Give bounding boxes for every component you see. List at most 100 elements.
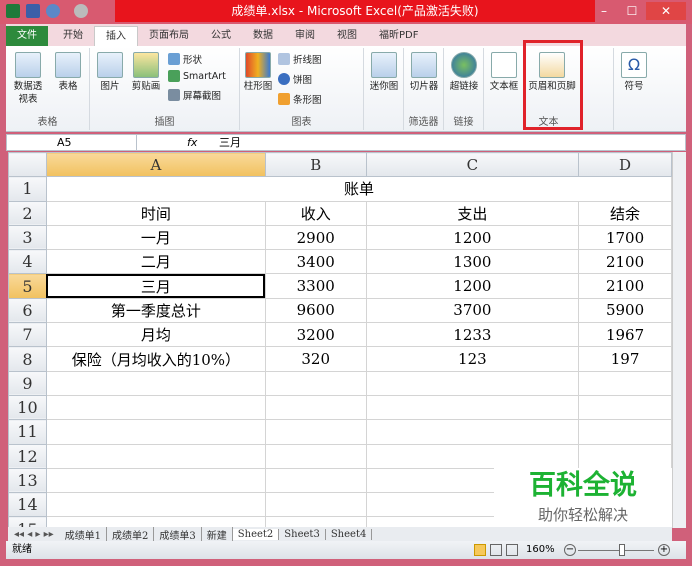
cell[interactable] bbox=[365, 370, 580, 396]
column-header-D[interactable]: D bbox=[578, 152, 672, 178]
cell[interactable]: 第一季度总计 bbox=[45, 297, 266, 324]
cell[interactable] bbox=[264, 419, 367, 445]
tab-home[interactable]: 开始 bbox=[52, 26, 94, 46]
select-all[interactable] bbox=[8, 152, 47, 178]
slicer-button[interactable]: 切片器 bbox=[406, 52, 442, 93]
cell[interactable]: 1700 bbox=[578, 224, 672, 251]
cell[interactable]: 3400 bbox=[264, 249, 367, 275]
cell[interactable] bbox=[365, 394, 580, 421]
table-button[interactable]: 表格 bbox=[50, 52, 86, 93]
column-header-C[interactable]: C bbox=[365, 152, 580, 178]
pivot-table-button[interactable]: 数据透视表 bbox=[10, 52, 46, 106]
tab-view[interactable]: 视图 bbox=[326, 26, 368, 46]
cell[interactable]: 3700 bbox=[365, 297, 580, 324]
zoom-out-icon[interactable]: − bbox=[564, 544, 576, 556]
sheet-tab[interactable]: Sheet4 bbox=[326, 528, 373, 540]
cell[interactable]: 1200 bbox=[365, 273, 580, 299]
cell[interactable]: 保险（月均收入的10%） bbox=[45, 346, 266, 372]
cell[interactable]: 1967 bbox=[578, 322, 672, 348]
name-box[interactable]: A5 bbox=[7, 135, 137, 150]
cell[interactable] bbox=[578, 443, 672, 469]
cell[interactable]: 2900 bbox=[264, 224, 367, 251]
tab-data[interactable]: 数据 bbox=[242, 26, 284, 46]
cell[interactable] bbox=[264, 443, 367, 469]
cell[interactable] bbox=[578, 370, 672, 396]
cell[interactable]: 1200 bbox=[365, 224, 580, 251]
vertical-scrollbar[interactable] bbox=[672, 152, 686, 528]
line-chart-button[interactable]: 折线图 bbox=[278, 52, 322, 66]
tab-formulas[interactable]: 公式 bbox=[200, 26, 242, 46]
sheet-tab[interactable]: Sheet2 bbox=[232, 528, 280, 540]
cell[interactable] bbox=[45, 443, 266, 469]
cell[interactable]: 月均 bbox=[45, 322, 266, 348]
textbox-button[interactable]: 文本框 bbox=[486, 52, 522, 93]
tab-foxit-pdf[interactable]: 福昕PDF bbox=[368, 26, 429, 46]
shapes-button[interactable]: 形状 bbox=[168, 52, 202, 66]
row-header[interactable]: 12 bbox=[8, 443, 47, 469]
cell[interactable] bbox=[264, 467, 367, 494]
sparkline-button[interactable]: 迷你图 bbox=[366, 52, 402, 93]
cell[interactable]: 2100 bbox=[578, 249, 672, 275]
sheet-tab[interactable]: 成绩单2 bbox=[107, 526, 155, 542]
row-header[interactable]: 4 bbox=[8, 249, 47, 275]
cell[interactable]: 5900 bbox=[578, 297, 672, 324]
sheet-tab[interactable]: 成绩单1 bbox=[60, 526, 108, 542]
save-icon[interactable] bbox=[26, 4, 40, 18]
zoom-level[interactable]: 160% bbox=[526, 541, 555, 559]
cell-title[interactable]: 账单 bbox=[45, 176, 672, 202]
row-header[interactable]: 3 bbox=[8, 224, 47, 251]
normal-view-icon[interactable] bbox=[474, 544, 486, 556]
cell[interactable]: 支出 bbox=[365, 200, 580, 226]
close-button[interactable]: ✕ bbox=[646, 2, 686, 20]
cell[interactable]: 结余 bbox=[578, 200, 672, 226]
row-header[interactable]: 8 bbox=[8, 346, 47, 372]
tab-page-layout[interactable]: 页面布局 bbox=[138, 26, 200, 46]
cell[interactable]: 9600 bbox=[264, 297, 367, 324]
symbol-button[interactable]: Ω 符号 bbox=[616, 52, 652, 93]
picture-button[interactable]: 图片 bbox=[94, 52, 126, 93]
cell[interactable] bbox=[264, 394, 367, 421]
cell[interactable] bbox=[578, 419, 672, 445]
cell[interactable]: 三月 bbox=[45, 273, 266, 299]
cell[interactable] bbox=[578, 394, 672, 421]
bar-chart-button[interactable]: 条形图 bbox=[278, 92, 322, 106]
tab-insert[interactable]: 插入 bbox=[94, 26, 138, 46]
page-break-view-icon[interactable] bbox=[506, 544, 518, 556]
cell[interactable]: 一月 bbox=[45, 224, 266, 251]
page-layout-view-icon[interactable] bbox=[490, 544, 502, 556]
row-header[interactable]: 10 bbox=[8, 394, 47, 421]
cell[interactable]: 3300 bbox=[264, 273, 367, 299]
row-header[interactable]: 14 bbox=[8, 492, 47, 518]
sheet-tab[interactable]: 新建 bbox=[202, 526, 233, 542]
zoom-slider[interactable] bbox=[578, 550, 654, 551]
formula-input[interactable]: 三月 bbox=[215, 135, 241, 150]
undo-icon[interactable] bbox=[46, 4, 60, 18]
cell[interactable] bbox=[264, 492, 367, 518]
cell[interactable]: 1233 bbox=[365, 322, 580, 348]
zoom-in-icon[interactable]: + bbox=[658, 544, 670, 556]
cell[interactable]: 时间 bbox=[45, 200, 266, 226]
cell[interactable]: 320 bbox=[264, 346, 367, 372]
cell[interactable] bbox=[45, 419, 266, 445]
cell[interactable]: 二月 bbox=[45, 249, 266, 275]
cell[interactable] bbox=[45, 370, 266, 396]
column-chart-button[interactable]: 柱形图 bbox=[242, 52, 274, 93]
column-header-B[interactable]: B bbox=[264, 152, 367, 178]
cell[interactable] bbox=[365, 419, 580, 445]
screenshot-button[interactable]: 屏幕截图 bbox=[168, 88, 221, 102]
hyperlink-button[interactable]: 超链接 bbox=[446, 52, 482, 93]
cell[interactable] bbox=[45, 394, 266, 421]
column-header-A[interactable]: A bbox=[45, 152, 266, 178]
cell[interactable] bbox=[365, 443, 580, 469]
pie-chart-button[interactable]: 饼图 bbox=[278, 72, 312, 86]
tab-file[interactable]: 文件 bbox=[6, 26, 48, 46]
minimize-button[interactable]: – bbox=[590, 2, 618, 20]
cell[interactable]: 123 bbox=[365, 346, 580, 372]
row-header[interactable]: 2 bbox=[8, 200, 47, 226]
redo-icon[interactable] bbox=[74, 4, 88, 18]
fx-icon[interactable]: fx bbox=[187, 135, 197, 150]
cell[interactable]: 1300 bbox=[365, 249, 580, 275]
row-header[interactable]: 9 bbox=[8, 370, 47, 396]
zoom-slider-thumb[interactable] bbox=[619, 544, 625, 556]
row-header[interactable]: 13 bbox=[8, 467, 47, 494]
